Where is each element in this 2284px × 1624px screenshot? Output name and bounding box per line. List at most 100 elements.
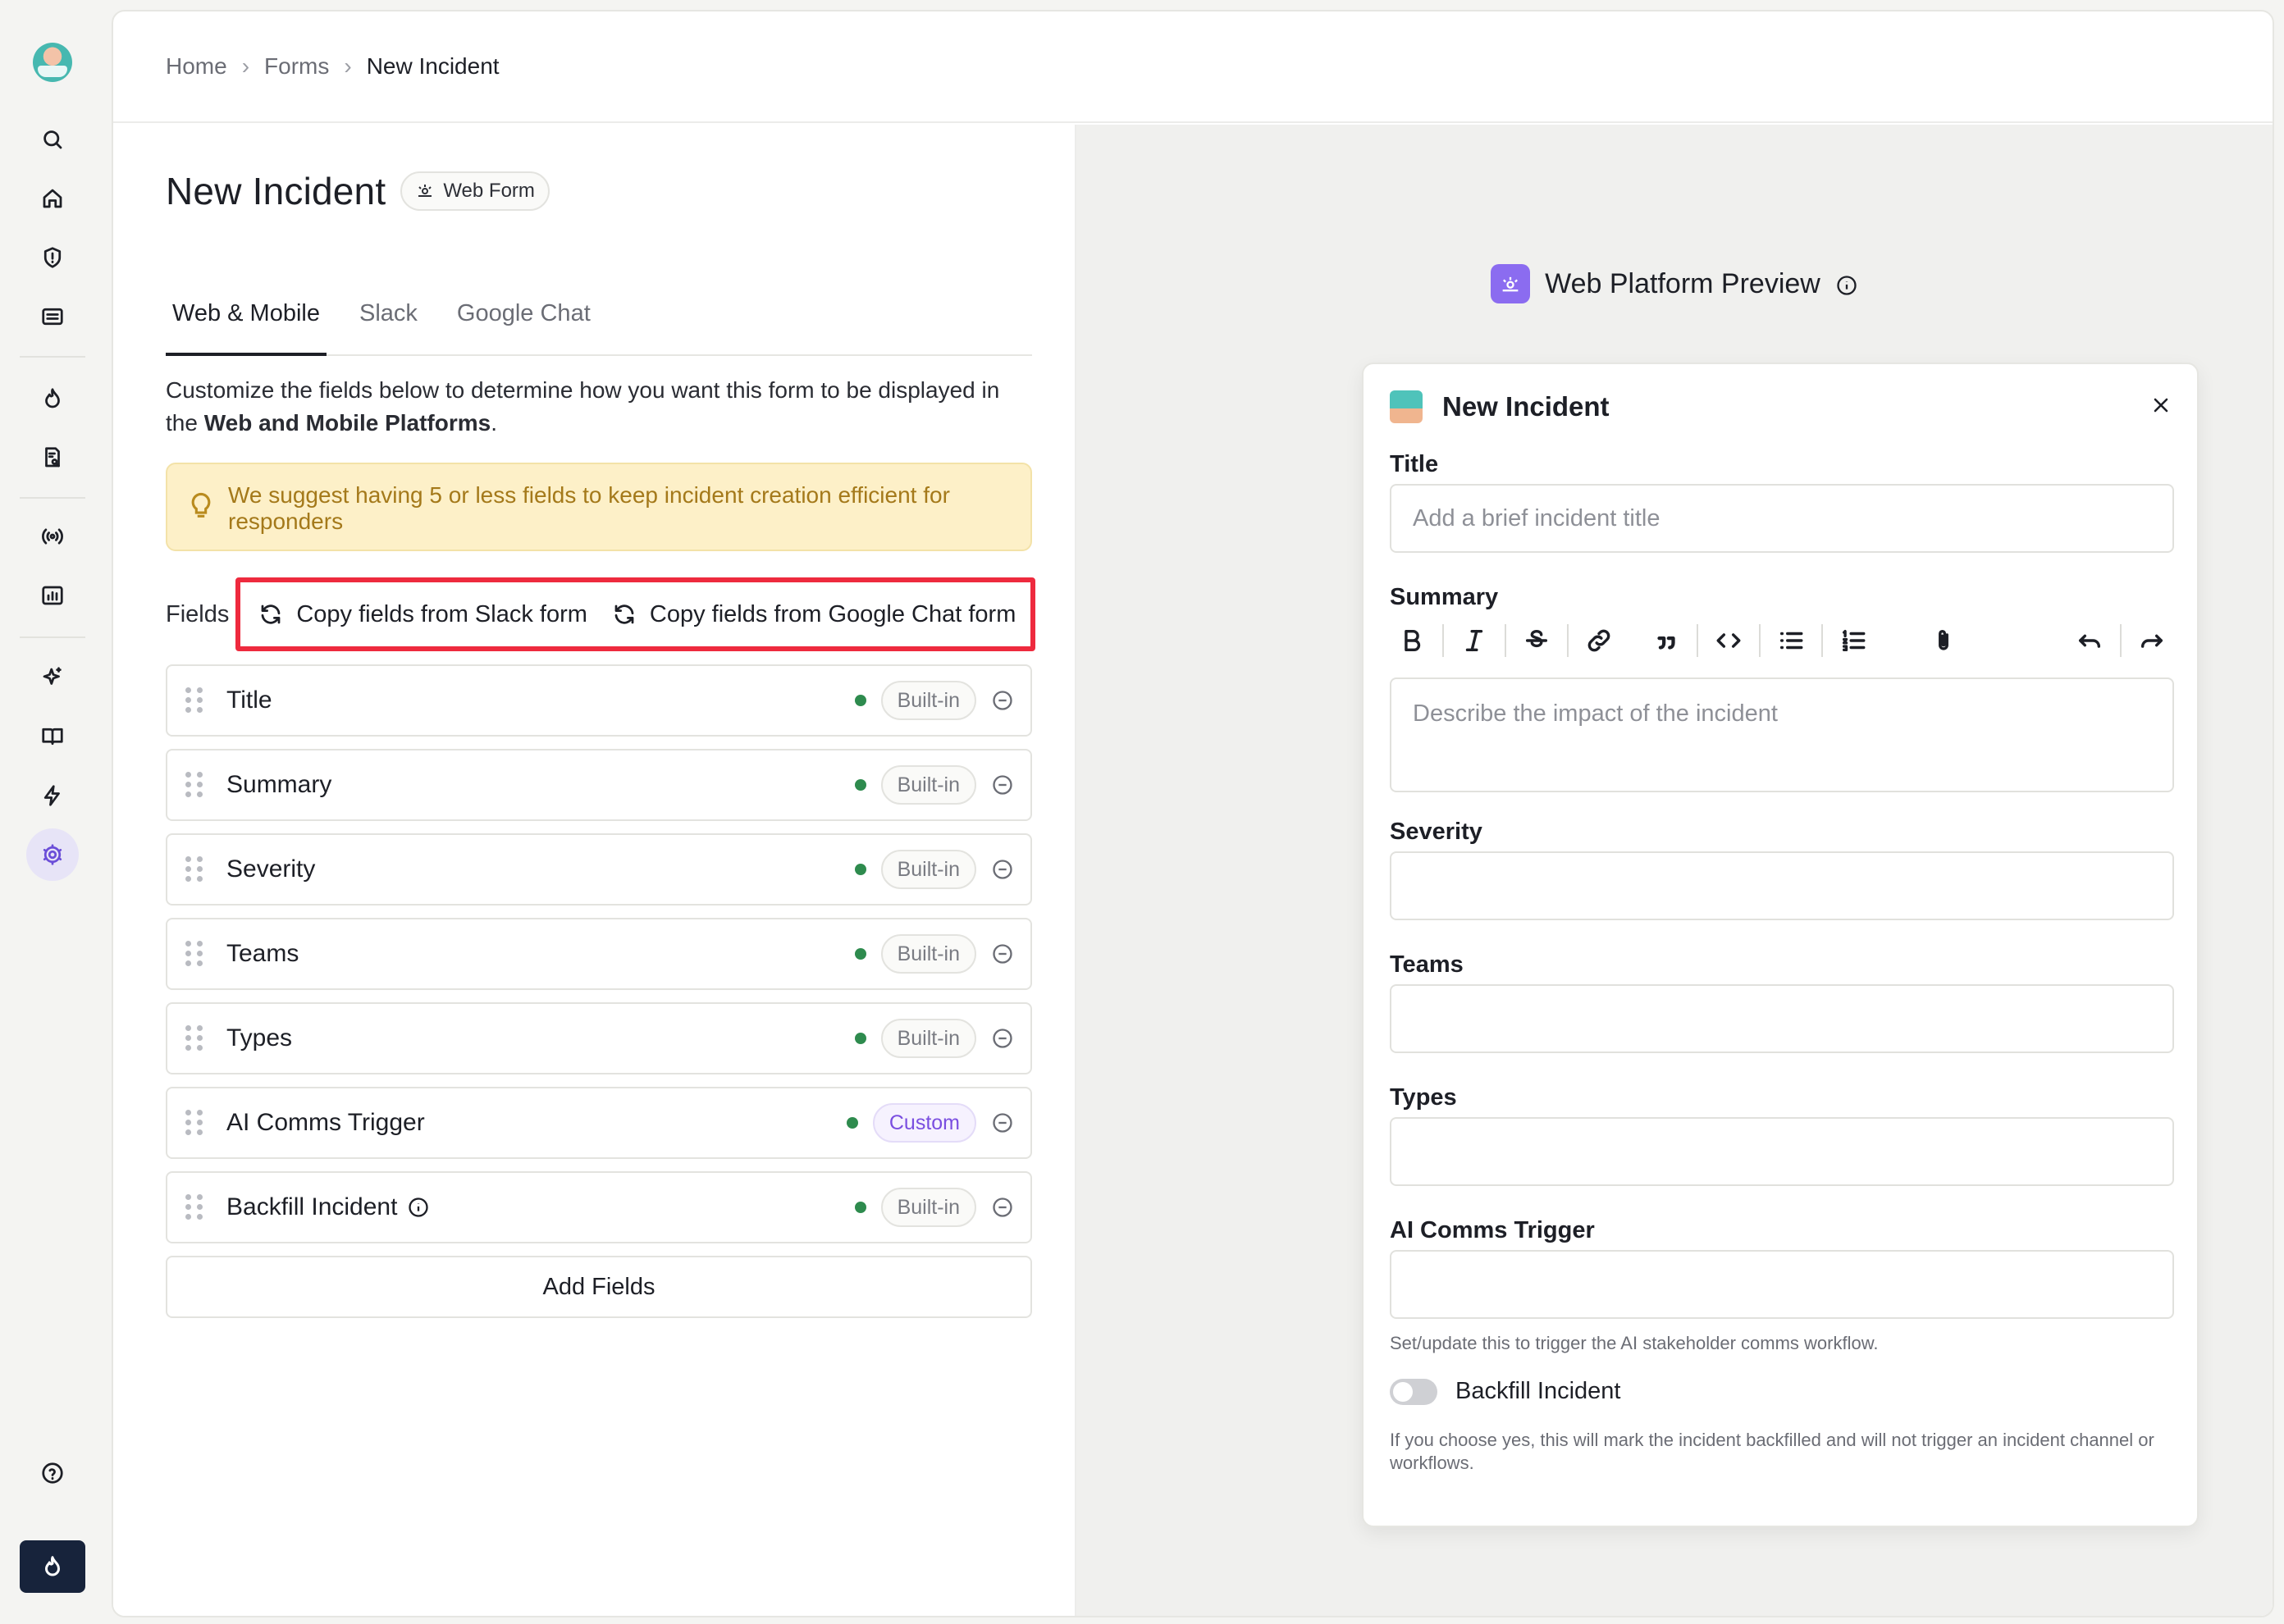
field-name: Severity	[226, 855, 855, 883]
field-row[interactable]: Types Built-in	[166, 1002, 1032, 1074]
signal-icon[interactable]	[38, 522, 67, 551]
app-logo[interactable]	[33, 43, 72, 82]
drag-handle-icon[interactable]	[185, 1194, 203, 1220]
status-dot	[846, 1117, 858, 1129]
field-row[interactable]: Summary Built-in	[166, 749, 1032, 821]
tab-web-mobile[interactable]: Web & Mobile	[166, 276, 327, 356]
drag-handle-icon[interactable]	[185, 772, 203, 798]
quote-icon[interactable]	[1644, 623, 1688, 659]
status-dot	[854, 1033, 866, 1044]
field-name-text: Title	[226, 687, 272, 714]
remove-field-icon[interactable]	[991, 1111, 1014, 1134]
field-name-text: Teams	[226, 940, 299, 967]
field-name-text: AI Comms Trigger	[226, 1109, 425, 1136]
drag-handle-icon[interactable]	[185, 1110, 203, 1136]
close-icon[interactable]	[2151, 395, 2171, 419]
severity-select[interactable]	[1390, 851, 2174, 920]
field-name-text: Backfill Incident	[226, 1193, 398, 1220]
field-type-badge: Built-in	[880, 850, 976, 889]
teams-select[interactable]	[1390, 984, 2174, 1053]
field-name: AI Comms Trigger	[226, 1109, 847, 1137]
attachment-icon[interactable]	[1921, 623, 1966, 659]
italic-icon[interactable]	[1452, 623, 1496, 659]
severity-field-label: Severity	[1390, 819, 1482, 845]
status-dot	[854, 1202, 866, 1213]
sparkle-icon[interactable]	[38, 663, 67, 692]
title-input[interactable]: Add a brief incident title	[1390, 484, 2174, 553]
form-editor-pane: New Incident Web Form Web & Mobile Slack…	[113, 125, 1075, 1616]
rail-divider	[20, 636, 85, 638]
drag-handle-icon[interactable]	[185, 941, 203, 967]
code-icon[interactable]	[1706, 623, 1751, 659]
dashboard-icon[interactable]	[38, 302, 67, 331]
ai-comms-select[interactable]	[1390, 1250, 2174, 1319]
fire-icon[interactable]	[38, 384, 67, 413]
field-row[interactable]: AI Comms Trigger Custom	[166, 1087, 1032, 1159]
fields-header: Fields Copy fields from Slack form Copy …	[166, 577, 1036, 651]
field-row[interactable]: Severity Built-in	[166, 833, 1032, 906]
lightbulb-icon	[191, 492, 211, 518]
breadcrumb-home[interactable]: Home	[166, 53, 227, 80]
field-name-text: Severity	[226, 855, 316, 883]
analytics-icon[interactable]	[38, 581, 67, 610]
drag-handle-icon[interactable]	[185, 856, 203, 883]
settings-icon[interactable]	[26, 828, 79, 881]
page-title: New Incident	[166, 170, 386, 212]
field-name: Summary	[226, 771, 855, 799]
toolbar-divider	[2120, 624, 2122, 657]
remove-field-icon[interactable]	[991, 689, 1014, 712]
bullet-list-icon[interactable]	[1769, 623, 1813, 659]
bold-icon[interactable]	[1390, 623, 1434, 659]
field-type-badge: Built-in	[880, 1019, 976, 1058]
home-icon[interactable]	[38, 184, 67, 213]
undo-icon[interactable]	[2067, 623, 2112, 659]
info-icon[interactable]	[407, 1196, 430, 1219]
add-fields-button[interactable]: Add Fields	[166, 1256, 1032, 1318]
field-row[interactable]: Title Built-in	[166, 664, 1032, 737]
field-row[interactable]: Backfill Incident Built-in	[166, 1171, 1032, 1243]
field-type-badge: Built-in	[880, 681, 976, 720]
tab-slack[interactable]: Slack	[353, 276, 424, 354]
main-frame: Home › Forms › New Incident New Incident…	[112, 10, 2274, 1617]
ai-comms-field-label: AI Comms Trigger	[1390, 1217, 1595, 1243]
remove-field-icon[interactable]	[991, 1196, 1014, 1219]
field-type-badge: Built-in	[880, 765, 976, 805]
hint-text: We suggest having 5 or less fields to ke…	[228, 482, 950, 534]
web-platform-icon	[1491, 264, 1531, 303]
field-row[interactable]: Teams Built-in	[166, 918, 1032, 990]
remove-field-icon[interactable]	[991, 1027, 1014, 1050]
summary-textarea[interactable]: Describe the impact of the incident	[1390, 677, 2174, 792]
link-icon[interactable]	[1577, 623, 1621, 659]
copy-from-google-chat-button[interactable]: Copy fields from Google Chat form	[605, 601, 1022, 628]
preview-heading: Web Platform Preview	[1076, 264, 2273, 303]
description-suffix: .	[491, 410, 498, 436]
lightning-icon[interactable]	[38, 781, 67, 810]
refresh-icon	[614, 604, 634, 624]
drag-handle-icon[interactable]	[185, 1025, 203, 1051]
toolbar-divider	[1759, 624, 1761, 657]
remove-field-icon[interactable]	[991, 773, 1014, 796]
toolbar-divider	[1567, 624, 1569, 657]
search-icon[interactable]	[38, 125, 67, 154]
runbook-icon[interactable]	[38, 443, 67, 472]
info-icon[interactable]	[1835, 272, 1858, 295]
field-type-badge: Built-in	[880, 934, 976, 974]
drag-handle-icon[interactable]	[185, 687, 203, 714]
copy-from-slack-button[interactable]: Copy fields from Slack form	[252, 601, 594, 628]
numbered-list-icon[interactable]	[1831, 623, 1875, 659]
tab-google-chat[interactable]: Google Chat	[450, 276, 597, 354]
types-select[interactable]	[1390, 1117, 2174, 1186]
book-icon[interactable]	[38, 722, 67, 751]
quick-action-button[interactable]	[20, 1540, 85, 1593]
fire-icon	[45, 1556, 60, 1576]
backfill-toggle[interactable]	[1390, 1378, 1437, 1405]
incident-shield-icon[interactable]	[38, 243, 67, 272]
remove-field-icon[interactable]	[991, 942, 1014, 965]
remove-field-icon[interactable]	[991, 858, 1014, 881]
breadcrumb-forms[interactable]: Forms	[264, 53, 329, 80]
rich-text-toolbar	[1390, 620, 2174, 661]
redo-icon[interactable]	[2130, 623, 2174, 659]
strikethrough-icon[interactable]	[1514, 623, 1559, 659]
help-icon[interactable]	[38, 1458, 67, 1488]
field-type-badge: Built-in	[880, 1188, 976, 1227]
